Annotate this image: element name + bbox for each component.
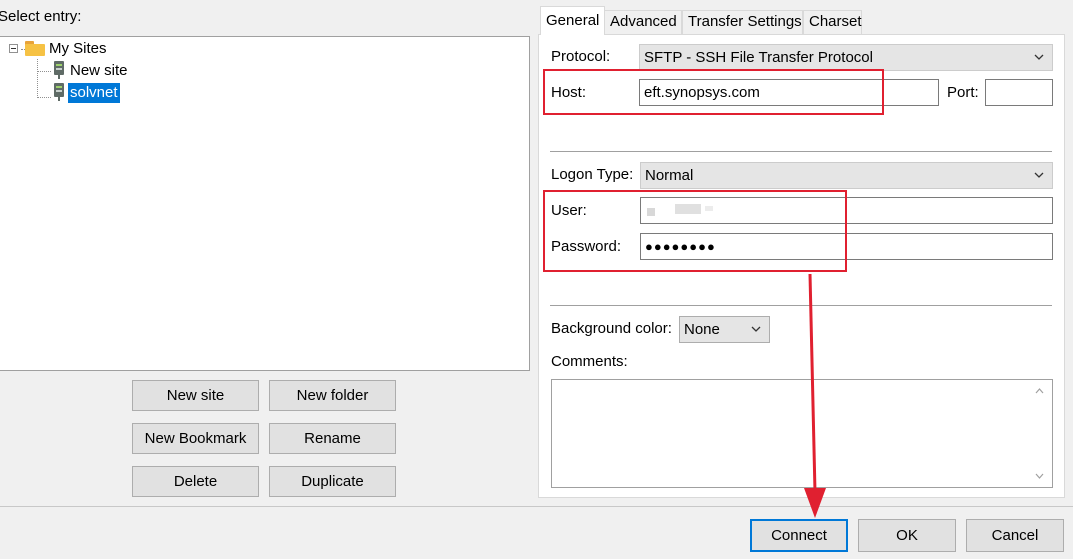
divider	[550, 151, 1052, 152]
scroll-up-icon[interactable]	[1035, 388, 1044, 394]
server-icon	[54, 83, 64, 101]
folder-icon	[25, 41, 45, 56]
annotation-box-host	[543, 69, 884, 115]
tree-item-label: New site	[70, 62, 128, 79]
tab-general[interactable]: General	[540, 6, 605, 35]
rename-button[interactable]: Rename	[269, 423, 396, 454]
annotation-arrow-icon	[804, 273, 826, 518]
scroll-down-icon[interactable]	[1035, 473, 1044, 479]
tree-connector	[37, 59, 38, 98]
chevron-down-icon	[1034, 54, 1044, 60]
tab-transfer-settings[interactable]: Transfer Settings	[682, 10, 803, 34]
logon-type-select[interactable]: Normal	[640, 162, 1053, 189]
tree-item-label-selected: solvnet	[68, 83, 120, 103]
server-icon	[54, 61, 64, 79]
tree-item-new-site[interactable]: New site	[54, 61, 130, 81]
protocol-label: Protocol:	[551, 48, 611, 65]
protocol-select[interactable]: SFTP - SSH File Transfer Protocol	[639, 44, 1053, 71]
tree-item-solvnet[interactable]: solvnet	[54, 83, 120, 103]
duplicate-button[interactable]: Duplicate	[269, 466, 396, 497]
tree-item-label: My Sites	[49, 40, 107, 57]
tree-connector	[37, 97, 51, 98]
logon-type-value: Normal	[645, 167, 694, 184]
port-input[interactable]	[985, 79, 1053, 106]
ok-button[interactable]: OK	[858, 519, 956, 552]
connect-button[interactable]: Connect	[750, 519, 848, 552]
annotation-box-credentials	[543, 190, 847, 272]
tree-item-my-sites[interactable]: My Sites	[25, 39, 109, 59]
tab-charset[interactable]: Charset	[803, 10, 862, 34]
new-bookmark-button[interactable]: New Bookmark	[132, 423, 259, 454]
comments-label: Comments:	[551, 353, 628, 370]
background-color-label: Background color:	[551, 320, 672, 337]
footer-divider	[0, 506, 1073, 507]
cancel-button[interactable]: Cancel	[966, 519, 1064, 552]
protocol-value: SFTP - SSH File Transfer Protocol	[644, 49, 873, 66]
port-label: Port:	[947, 84, 979, 101]
background-color-value: None	[684, 321, 720, 338]
new-folder-button[interactable]: New folder	[269, 380, 396, 411]
collapse-expander-icon[interactable]	[9, 44, 18, 53]
background-color-select[interactable]: None	[679, 316, 770, 343]
select-entry-label: Select entry:	[0, 8, 82, 25]
chevron-down-icon	[1034, 172, 1044, 178]
new-site-button[interactable]: New site	[132, 380, 259, 411]
tab-advanced[interactable]: Advanced	[604, 10, 682, 34]
logon-type-label: Logon Type:	[551, 166, 634, 183]
tree-connector	[37, 71, 51, 72]
site-tree[interactable]: My Sites New site solvnet	[0, 36, 530, 371]
delete-button[interactable]: Delete	[132, 466, 259, 497]
chevron-down-icon	[751, 326, 761, 332]
